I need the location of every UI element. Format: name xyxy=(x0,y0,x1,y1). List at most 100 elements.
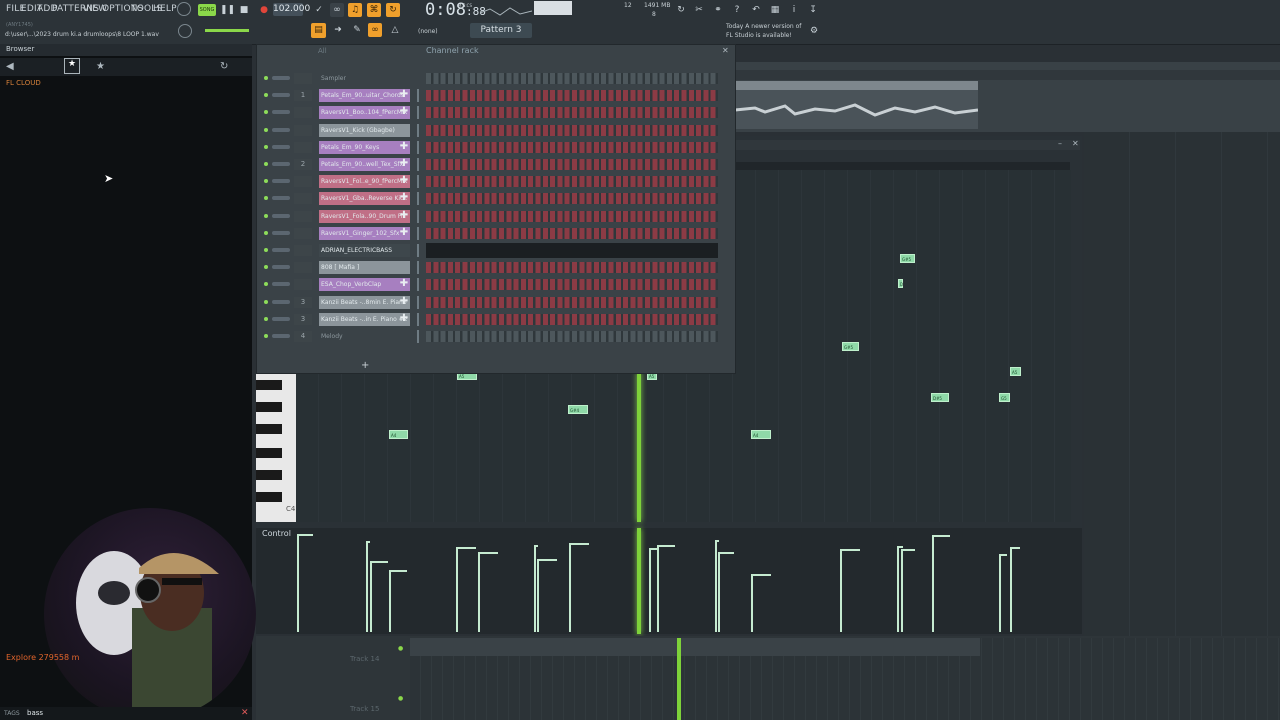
pencil-icon[interactable]: ✎ xyxy=(350,23,364,37)
channel-add-icon[interactable]: ✚ xyxy=(398,210,410,223)
close-search-icon[interactable]: ✕ xyxy=(241,708,249,718)
channel-pan-volume-knobs[interactable] xyxy=(272,334,290,338)
channel-mute-led-icon[interactable] xyxy=(264,316,268,321)
channel-select-indicator[interactable] xyxy=(417,244,419,257)
playlist-playhead[interactable] xyxy=(677,638,681,720)
track-label[interactable]: Track 14 xyxy=(350,655,379,663)
channel-mute-led-icon[interactable] xyxy=(264,110,268,115)
channel-name-button[interactable]: RaversV1_Fol..e_90_fPercMix xyxy=(319,175,410,189)
menu-help[interactable]: HELP xyxy=(153,4,177,14)
channel-row[interactable]: ADRIAN_ELECTRICBASS xyxy=(258,242,732,259)
velocity-bar[interactable] xyxy=(718,552,720,632)
channel-select-indicator[interactable] xyxy=(417,226,419,240)
channel-mute-led-icon[interactable] xyxy=(264,127,268,132)
channel-add-icon[interactable]: ✚ xyxy=(398,158,410,171)
channel-step-sequencer[interactable] xyxy=(426,159,718,170)
channel-row[interactable]: 3 Kanzii Beats -..in E. Piano #2 ✚ xyxy=(258,311,732,328)
stop-icon[interactable]: ■ xyxy=(237,3,251,17)
channel-name-button[interactable]: Kanzii Beats -..8min E. Piano xyxy=(319,295,410,309)
note-block[interactable]: D xyxy=(898,279,903,288)
sync-icon[interactable]: ↻ xyxy=(674,3,688,17)
velocity-bar[interactable] xyxy=(901,549,903,632)
channel-mixer-track[interactable] xyxy=(294,227,312,239)
playlist-clip[interactable] xyxy=(410,638,980,656)
browser-search-input[interactable]: bass xyxy=(27,709,43,717)
velocity-lane[interactable] xyxy=(256,528,1082,634)
velocity-bar[interactable] xyxy=(897,546,899,632)
track-mute-icon[interactable]: ● xyxy=(398,695,403,702)
pattern-mode-icon[interactable]: ▤ xyxy=(311,23,326,38)
velocity-bar[interactable] xyxy=(389,570,391,632)
channel-add-icon[interactable]: ✚ xyxy=(398,278,410,291)
channel-mute-led-icon[interactable] xyxy=(264,282,268,287)
velocity-bar[interactable] xyxy=(297,534,299,632)
velocity-bar[interactable] xyxy=(1010,547,1012,632)
channel-name-button[interactable]: ADRIAN_ELECTRICBASS xyxy=(319,244,410,257)
channel-name-button[interactable]: Melody xyxy=(319,330,410,343)
channel-mixer-track[interactable]: 4 xyxy=(294,331,312,342)
channel-step-sequencer[interactable] xyxy=(426,124,718,136)
channel-row[interactable]: RaversV1_Gba..Reverse Kick ✚ xyxy=(258,190,732,207)
velocity-bar[interactable] xyxy=(478,552,480,632)
control-label[interactable]: Control xyxy=(262,529,291,538)
note-block[interactable]: G#5 xyxy=(900,254,915,263)
velocity-bar[interactable] xyxy=(569,543,571,632)
channel-mute-led-icon[interactable] xyxy=(264,265,268,270)
channel-pan-volume-knobs[interactable] xyxy=(272,144,290,149)
channel-pan-volume-knobs[interactable] xyxy=(272,196,290,201)
channel-pan-volume-knobs[interactable] xyxy=(272,213,290,218)
channel-pan-volume-knobs[interactable] xyxy=(272,110,290,115)
channel-row[interactable]: 2 Petals_Em_90..well_Tex_Sfx ✚ xyxy=(258,156,732,173)
channel-mute-led-icon[interactable] xyxy=(264,144,268,149)
channel-mixer-track[interactable] xyxy=(294,193,312,205)
favorites-star-icon[interactable]: ★ xyxy=(64,58,80,74)
channel-select-indicator[interactable] xyxy=(417,261,419,275)
note-block[interactable]: A5 xyxy=(1010,367,1021,376)
note-block[interactable]: A4 xyxy=(389,430,408,439)
snap-select[interactable]: (none) xyxy=(418,28,438,35)
channel-step-sequencer[interactable] xyxy=(426,176,718,188)
velocity-bar[interactable] xyxy=(999,554,1001,632)
channel-row[interactable]: 3 Kanzii Beats -..8min E. Piano ✚ xyxy=(258,294,732,311)
channel-step-sequencer[interactable] xyxy=(426,193,718,205)
channel-step-sequencer[interactable] xyxy=(426,141,718,153)
tempo-display[interactable]: 102.000 xyxy=(273,3,310,16)
channel-add-icon[interactable]: ✚ xyxy=(398,227,410,240)
channel-step-sequencer[interactable] xyxy=(426,210,718,222)
playlist-ruler[interactable] xyxy=(733,70,1280,80)
channel-add-icon[interactable]: ✚ xyxy=(398,141,410,154)
velocity-bar[interactable] xyxy=(366,541,368,632)
channel-row[interactable]: ESA_Chop_VerbClap ✚ xyxy=(258,276,732,293)
pattern-selector[interactable]: Pattern 3 xyxy=(470,23,532,38)
notification-gear-icon[interactable]: ⚙ xyxy=(807,24,821,38)
channel-mixer-track[interactable] xyxy=(294,124,312,136)
channel-mixer-track[interactable] xyxy=(294,107,312,119)
channel-mixer-track[interactable] xyxy=(294,279,312,291)
channel-pan-volume-knobs[interactable] xyxy=(272,127,290,132)
channel-name-button[interactable]: 808 [ Mafia ] xyxy=(319,261,410,275)
channel-rack-close-icon[interactable]: ✕ xyxy=(722,46,729,55)
channel-row[interactable]: 808 [ Mafia ] xyxy=(258,259,732,276)
velocity-bar[interactable] xyxy=(537,559,539,632)
channel-row[interactable]: Sampler xyxy=(258,70,732,87)
channel-mixer-track[interactable] xyxy=(294,210,312,222)
track-label[interactable]: Track 15 xyxy=(350,705,379,713)
channel-pan-volume-knobs[interactable] xyxy=(272,282,290,287)
channel-pan-volume-knobs[interactable] xyxy=(272,265,290,270)
channel-select-indicator[interactable] xyxy=(417,158,419,171)
channel-select-indicator[interactable] xyxy=(417,89,419,103)
channel-name-button[interactable]: Sampler xyxy=(319,72,410,85)
loop-record-icon[interactable]: ↻ xyxy=(386,3,400,17)
channel-row[interactable]: RaversV1_Kick (Gbagbe) xyxy=(258,122,732,139)
piano-roll-close-icon[interactable]: ✕ xyxy=(1072,139,1079,148)
channel-add-icon[interactable]: ✚ xyxy=(398,192,410,205)
channel-row[interactable]: RaversV1_Boo..104_fPercMix ✚ xyxy=(258,104,732,121)
channel-name-button[interactable]: RaversV1_Boo..104_fPercMix xyxy=(319,106,410,120)
channel-mixer-track[interactable] xyxy=(294,245,312,256)
channel-mixer-track[interactable]: 1 xyxy=(294,90,312,102)
channel-name-button[interactable]: Petals_Em_90..well_Tex_Sfx xyxy=(319,158,410,171)
channel-select-indicator[interactable] xyxy=(417,123,419,137)
add-channel-button[interactable]: + xyxy=(361,360,369,371)
velocity-bar[interactable] xyxy=(456,547,458,632)
channel-row[interactable]: 4 Melody xyxy=(258,328,732,345)
